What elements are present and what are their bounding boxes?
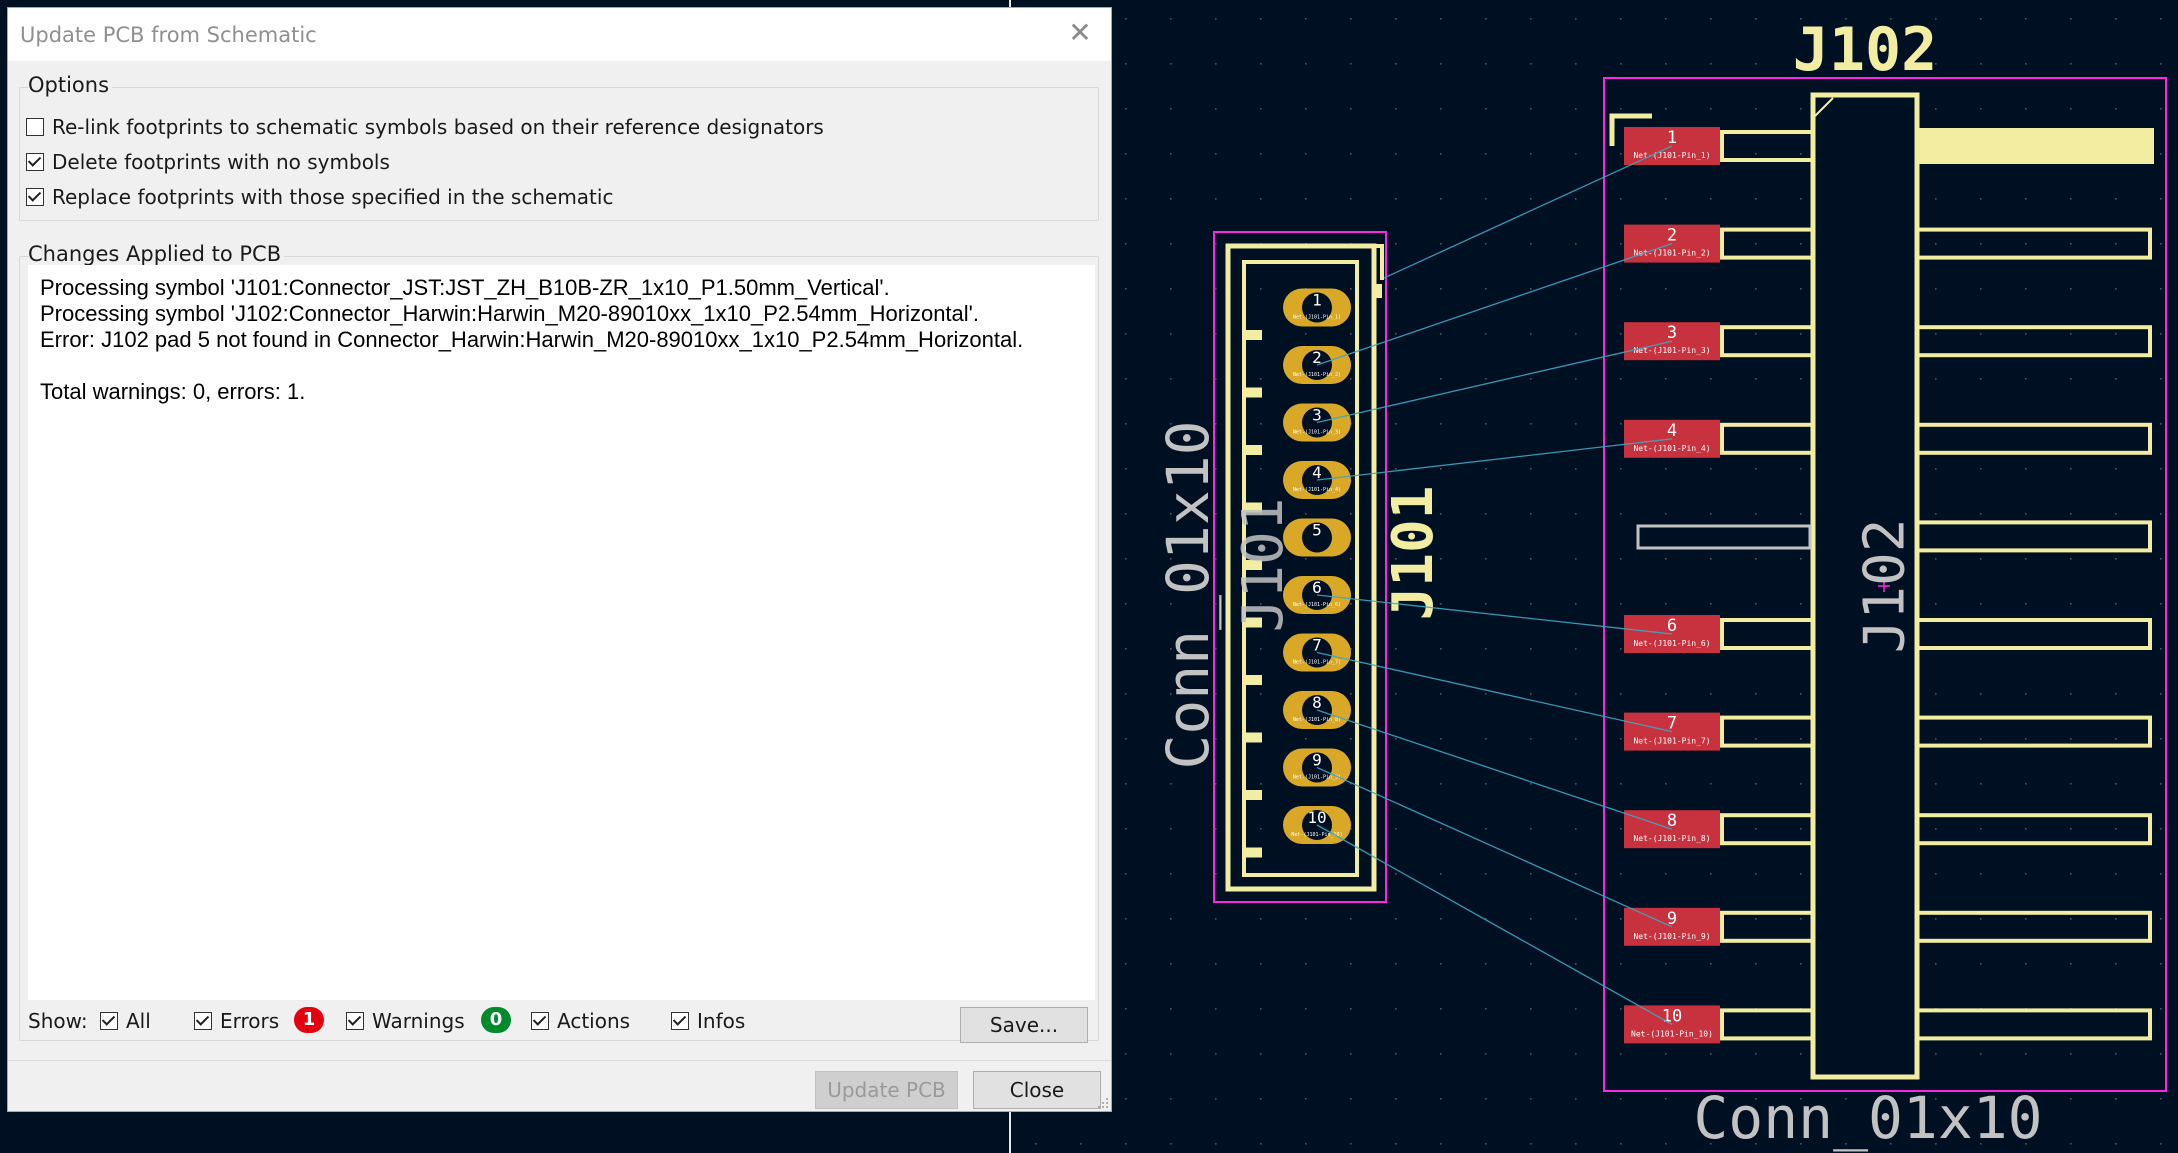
j102-pad-net: Net-(J101-Pin_9)	[1633, 932, 1710, 941]
j101-pad-number: 1	[1312, 291, 1322, 310]
j102-fab-ref-label: J102	[1853, 519, 1918, 654]
j102-ref-label: J102	[1793, 15, 1938, 85]
option-delete-footprints[interactable]: Delete footprints with no symbols	[26, 149, 390, 175]
j101-pad-1[interactable]: 1 Net-(J101-Pin_1)	[1283, 288, 1351, 327]
j101-side-tick	[1244, 675, 1262, 685]
dialog-titlebar[interactable]: Update PCB from Schematic ✕	[8, 8, 1111, 61]
j101-pad-number: 10	[1307, 808, 1326, 827]
actions-checkbox[interactable]	[531, 1012, 549, 1030]
resize-grip-icon[interactable]	[1097, 1097, 1109, 1109]
errors-checkbox[interactable]	[194, 1012, 212, 1030]
option-relink-footprints[interactable]: Re-link footprints to schematic symbols …	[26, 114, 824, 140]
j102-pad-net: Net-(J101-Pin_4)	[1633, 444, 1710, 453]
j101-pad-number: 8	[1312, 693, 1322, 712]
log-line-blank	[40, 353, 1083, 379]
j102-pad-number: 2	[1667, 226, 1677, 246]
infos-label: Infos	[697, 1009, 746, 1033]
all-label: All	[126, 1009, 151, 1033]
j101-pad-net: Net-(J101-Pin_2)	[1293, 372, 1341, 378]
j102-pad-net: Net-(J101-Pin_6)	[1633, 639, 1710, 648]
filter-actions[interactable]: Actions	[531, 1008, 630, 1034]
show-label: Show:	[28, 1009, 88, 1033]
relink-label: Re-link footprints to schematic symbols …	[52, 115, 824, 139]
log-line-error: Error: J102 pad 5 not found in Connector…	[40, 327, 1024, 352]
j101-silk-tab	[1372, 284, 1382, 298]
filter-all[interactable]: All	[100, 1008, 151, 1034]
j102-pad-number: 4	[1667, 421, 1677, 441]
close-button[interactable]: Close	[973, 1071, 1101, 1109]
j101-side-tick	[1244, 790, 1262, 800]
actions-label: Actions	[557, 1009, 631, 1033]
errors-count-badge: 1	[294, 1007, 324, 1033]
j102-pad-net: Net-(J101-Pin_10)	[1631, 1029, 1713, 1038]
log-line-summary: Total warnings: 0, errors: 1.	[40, 379, 306, 404]
replace-footprints-checkbox[interactable]	[26, 188, 44, 206]
j102-pad-number: 3	[1667, 323, 1677, 343]
changes-log[interactable]: Processing symbol 'J101:Connector_JST:JS…	[28, 265, 1095, 1000]
changes-label: Changes Applied to PCB	[28, 242, 285, 266]
show-filter-bar: Show: All Errors 1 Warnings 0 Actions In…	[28, 1003, 1108, 1039]
j102-pad-number: 1	[1667, 128, 1677, 148]
log-line: Processing symbol 'J101:Connector_JST:JS…	[40, 275, 890, 300]
j101-side-tick	[1244, 445, 1262, 455]
j101-pad-net: Net-(J101-Pin_4)	[1293, 487, 1341, 493]
dialog-title: Update PCB from Schematic	[20, 23, 317, 47]
j101-pad-net: Net-(J101-Pin_3)	[1293, 430, 1341, 436]
j101-pad-number: 7	[1312, 636, 1322, 655]
j101-pad-net: Net-(J101-Pin_7)	[1293, 660, 1341, 666]
j102-right-lead-pin1	[1917, 128, 2154, 164]
j101-side-tick	[1244, 387, 1262, 398]
warnings-count-badge: 0	[481, 1007, 511, 1033]
j101-fab-ref-label: J101	[1231, 498, 1296, 633]
j101-silk-ref-label: J101	[1381, 486, 1446, 621]
delete-footprints-label: Delete footprints with no symbols	[52, 150, 390, 174]
j102-pad-number: 10	[1662, 1006, 1682, 1026]
update-pcb-dialog: Update PCB from Schematic ✕ Options Re-l…	[7, 7, 1112, 1112]
log-line: Processing symbol 'J102:Connector_Harwin…	[40, 301, 979, 326]
filter-infos[interactable]: Infos	[671, 1008, 745, 1034]
filter-warnings[interactable]: Warnings	[346, 1008, 465, 1034]
close-icon[interactable]: ✕	[1065, 18, 1095, 48]
filter-errors[interactable]: Errors	[194, 1008, 279, 1034]
j101-value-label: Conn_01x10	[1154, 420, 1222, 769]
update-pcb-button[interactable]: Update PCB	[815, 1071, 958, 1109]
j101-pad-net: Net-(J101-Pin_6)	[1293, 602, 1341, 608]
all-checkbox[interactable]	[100, 1012, 118, 1030]
errors-label: Errors	[220, 1009, 280, 1033]
j101-pad-number: 9	[1312, 751, 1322, 770]
option-replace-footprints[interactable]: Replace footprints with those specified …	[26, 184, 613, 210]
j102-pad-net: Net-(J101-Pin_7)	[1633, 737, 1710, 746]
j102-value-label: Conn_01x10	[1693, 1084, 2042, 1152]
j101-side-tick	[1244, 330, 1262, 340]
relink-checkbox[interactable]	[26, 118, 44, 136]
j101-pad-number: 6	[1312, 578, 1322, 597]
warnings-checkbox[interactable]	[346, 1012, 364, 1030]
options-label: Options	[28, 73, 113, 97]
j101-pad-number: 5	[1312, 521, 1322, 540]
j102-pad-net: Net-(J101-Pin_8)	[1633, 834, 1710, 843]
button-separator	[8, 1060, 1111, 1061]
save-button[interactable]: Save...	[960, 1007, 1088, 1043]
j101-side-tick	[1244, 847, 1262, 858]
infos-checkbox[interactable]	[671, 1012, 689, 1030]
j101-pad-net: Net-(J101-Pin_1)	[1293, 315, 1341, 321]
j101-side-tick	[1244, 732, 1262, 743]
delete-footprints-checkbox[interactable]	[26, 153, 44, 171]
j101-pad-net: Net-(J101-Pin_8)	[1293, 717, 1341, 723]
replace-footprints-label: Replace footprints with those specified …	[52, 185, 614, 209]
warnings-label: Warnings	[372, 1009, 465, 1033]
